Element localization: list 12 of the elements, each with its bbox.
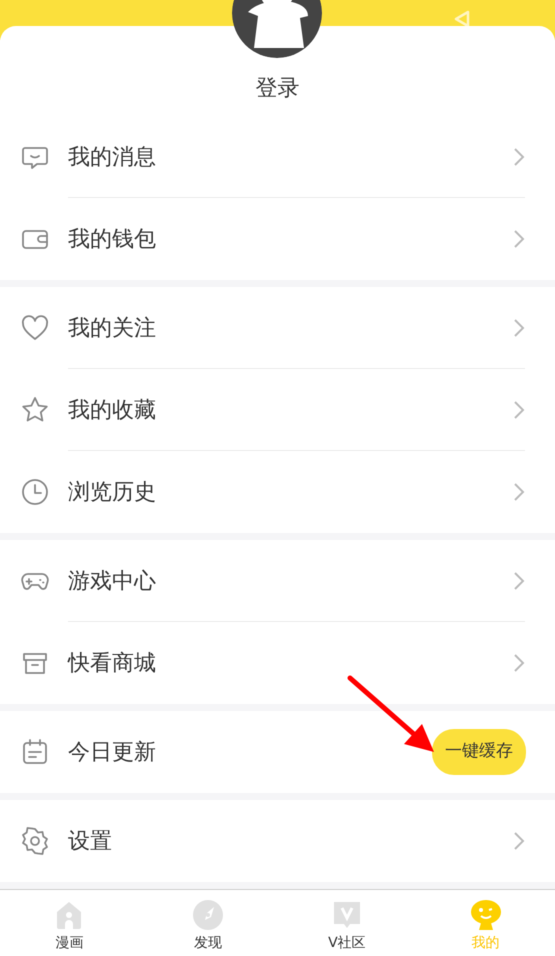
tab[interactable]: V社区 [278, 890, 416, 956]
menu-item-label[interactable]: 我的收藏 [68, 394, 513, 426]
cache-button[interactable]: 一键缓存 [432, 729, 526, 775]
menu-item-label[interactable]: 我的消息 [68, 140, 513, 174]
menu-item-label[interactable]: 我的关注 [68, 312, 513, 344]
menu-item-label[interactable]: 今日更新 [68, 736, 432, 768]
menu-item-label[interactable]: 快看商城 [68, 646, 513, 680]
tab[interactable]: 发现 [138, 890, 278, 956]
tab[interactable]: 漫画 [0, 890, 139, 956]
menu-item-label[interactable]: 我的钱包 [68, 222, 513, 256]
menu-item-label[interactable]: 浏览历史 [68, 476, 513, 508]
menu-item-label[interactable]: 游戏中心 [68, 564, 513, 598]
